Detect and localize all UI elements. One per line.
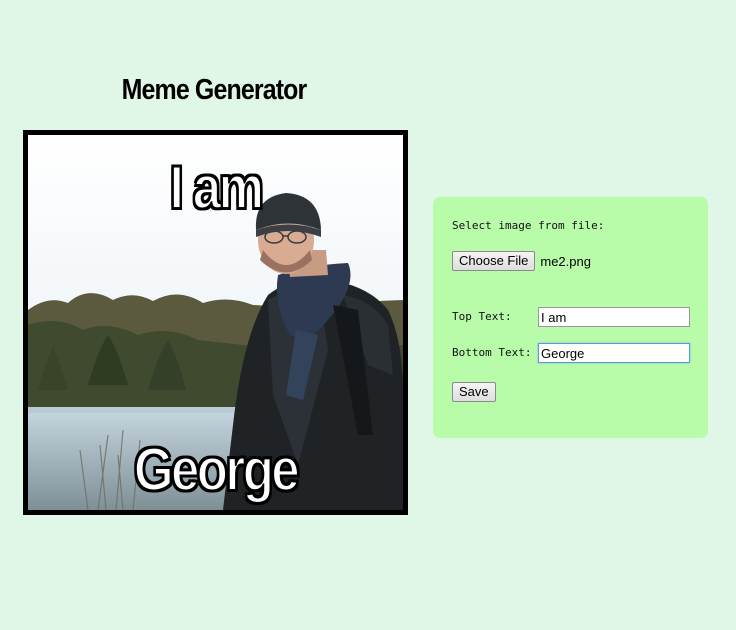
bottom-text-input[interactable]: [538, 343, 690, 363]
selected-file-name: me2.png: [540, 253, 591, 269]
meme-bottom-text: George: [133, 435, 301, 504]
bottom-text-label: Bottom Text:: [452, 346, 532, 359]
meme-top-text: I am: [169, 153, 265, 222]
meme-preview: I am George: [23, 130, 408, 515]
top-text-input[interactable]: [538, 307, 690, 327]
file-picker: Choose File me2.png: [452, 251, 591, 271]
choose-file-button[interactable]: Choose File: [452, 251, 536, 271]
top-text-label: Top Text:: [452, 310, 512, 323]
select-image-label: Select image from file:: [452, 219, 605, 232]
save-button[interactable]: Save: [452, 382, 496, 402]
meme-form-panel: Select image from file: Choose File me2.…: [433, 197, 708, 438]
page-title: Meme Generator: [121, 74, 308, 106]
